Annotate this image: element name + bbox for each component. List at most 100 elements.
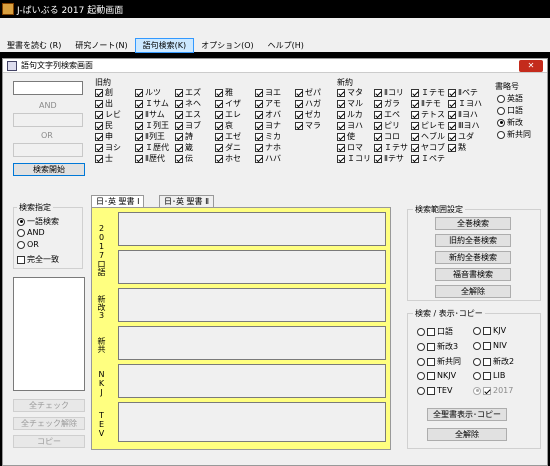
ot-checkbox-38[interactable] [295, 121, 303, 130]
display-option-7[interactable]: LIB [473, 371, 505, 380]
ot-checkbox-9[interactable] [135, 110, 143, 119]
nt-book-12[interactable]: Ｉテサ [374, 142, 408, 153]
display-option-0[interactable]: 口語 [417, 326, 453, 337]
ot-checkbox-33[interactable] [255, 143, 263, 152]
display-radio-6[interactable] [417, 371, 425, 380]
ot-checkbox-37[interactable] [295, 110, 303, 119]
ot-book-33[interactable]: ナホ [255, 142, 281, 153]
ot-book-7[interactable]: ルツ [135, 87, 161, 98]
nt-book-2[interactable]: ルカ [337, 109, 363, 120]
nt-checkbox-26[interactable] [448, 143, 456, 152]
search-term-input-1[interactable] [13, 81, 83, 95]
version-text-box-0[interactable] [118, 212, 386, 246]
ot-book-5[interactable]: ヨシ [95, 142, 121, 153]
ot-book-8[interactable]: Ｉサム [135, 98, 169, 109]
display-radio-0[interactable] [417, 327, 425, 336]
range-button-3[interactable]: 福音書検索 [435, 268, 511, 281]
ot-book-32[interactable]: ミカ [255, 131, 281, 142]
close-button[interactable]: ✕ [519, 60, 543, 72]
ot-checkbox-21[interactable] [215, 88, 223, 97]
exact-match-option[interactable]: 完全一致 [17, 254, 59, 265]
ot-checkbox-0[interactable] [95, 88, 103, 97]
range-button-0[interactable]: 全巻検索 [435, 217, 511, 230]
ot-book-0[interactable]: 創 [95, 87, 113, 98]
ot-checkbox-1[interactable] [95, 99, 103, 108]
ot-checkbox-34[interactable] [255, 154, 263, 163]
ot-checkbox-16[interactable] [175, 110, 183, 119]
nt-book-26[interactable]: 黙 [448, 142, 466, 153]
ot-checkbox-14[interactable] [175, 88, 183, 97]
ot-book-21[interactable]: 雅 [215, 87, 233, 98]
ot-checkbox-27[interactable] [215, 154, 223, 163]
search-spec-radio-2[interactable] [17, 240, 25, 249]
edition-radio-1[interactable] [497, 106, 505, 115]
range-button-1[interactable]: 旧約全巻検索 [435, 234, 511, 247]
display-radio-8[interactable] [417, 386, 425, 395]
ot-checkbox-22[interactable] [215, 99, 223, 108]
nt-checkbox-13[interactable] [374, 154, 382, 163]
ot-book-14[interactable]: エズ [175, 87, 201, 98]
display-checkbox-2[interactable] [427, 342, 435, 351]
ot-book-35[interactable]: ゼパ [295, 87, 321, 98]
edition-radio-0[interactable] [497, 94, 505, 103]
search-spec-option-1[interactable]: AND [17, 228, 45, 237]
ot-book-12[interactable]: Ｉ歴代 [135, 142, 169, 153]
nt-checkbox-7[interactable] [374, 88, 382, 97]
nt-book-21[interactable]: Ⅱペテ [448, 87, 478, 98]
nt-book-1[interactable]: マル [337, 98, 363, 109]
ot-checkbox-15[interactable] [175, 99, 183, 108]
nt-book-20[interactable]: Ｉペテ [411, 153, 445, 164]
show-all-bibles-button[interactable]: 全聖書表示･コピー [427, 408, 507, 421]
nt-book-0[interactable]: マタ [337, 87, 363, 98]
nt-checkbox-23[interactable] [448, 110, 456, 119]
exact-match-checkbox[interactable] [17, 255, 25, 264]
nt-checkbox-14[interactable] [411, 88, 419, 97]
nt-book-4[interactable]: 使 [337, 131, 355, 142]
display-checkbox-3[interactable] [483, 341, 491, 350]
display-clear-button[interactable]: 全解除 [427, 428, 507, 441]
ot-book-31[interactable]: ヨナ [255, 120, 281, 131]
ot-checkbox-28[interactable] [255, 88, 263, 97]
nt-book-24[interactable]: Ⅲヨハ [448, 120, 480, 131]
nt-book-3[interactable]: ヨハ [337, 120, 363, 131]
display-checkbox-7[interactable] [483, 371, 491, 380]
version-text-box-2[interactable] [118, 326, 386, 360]
edition-option-0[interactable]: 英語 [497, 93, 523, 104]
ot-book-1[interactable]: 出 [95, 98, 113, 109]
nt-checkbox-19[interactable] [411, 143, 419, 152]
start-search-button[interactable]: 検索開始 [13, 163, 85, 176]
ot-checkbox-12[interactable] [135, 143, 143, 152]
nt-checkbox-2[interactable] [337, 110, 345, 119]
nt-book-5[interactable]: ロマ [337, 142, 363, 153]
menu-item-0[interactable]: 聖書を読む (R) [0, 39, 68, 52]
ot-book-29[interactable]: アモ [255, 98, 281, 109]
ot-checkbox-29[interactable] [255, 99, 263, 108]
ot-checkbox-30[interactable] [255, 110, 263, 119]
nt-book-8[interactable]: ガラ [374, 98, 400, 109]
ot-book-16[interactable]: エス [175, 109, 201, 120]
nt-book-19[interactable]: ヤコブ [411, 142, 445, 153]
nt-checkbox-1[interactable] [337, 99, 345, 108]
display-radio-1[interactable] [473, 326, 481, 335]
nt-checkbox-9[interactable] [374, 110, 382, 119]
display-option-9[interactable]: 2017 [473, 386, 513, 395]
ot-book-30[interactable]: オバ [255, 109, 281, 120]
ot-book-4[interactable]: 申 [95, 131, 113, 142]
nt-checkbox-3[interactable] [337, 121, 345, 130]
display-radio-3[interactable] [473, 341, 481, 350]
edition-option-3[interactable]: 新共同 [497, 129, 531, 140]
search-spec-option-0[interactable]: 一語検索 [17, 216, 59, 227]
ot-book-24[interactable]: 哀 [215, 120, 233, 131]
ot-book-13[interactable]: Ⅱ歴代 [135, 153, 165, 164]
ot-book-15[interactable]: ネヘ [175, 98, 201, 109]
edition-option-1[interactable]: 口語 [497, 105, 523, 116]
nt-book-15[interactable]: Ⅱテモ [411, 98, 441, 109]
nt-checkbox-18[interactable] [411, 132, 419, 141]
range-button-4[interactable]: 全解除 [435, 285, 511, 298]
search-term-input-2[interactable] [13, 113, 83, 127]
display-option-2[interactable]: 新改3 [417, 341, 458, 352]
nt-book-14[interactable]: Ｉテモ [411, 87, 445, 98]
check-all-button[interactable]: 全チェック [13, 399, 85, 412]
nt-book-23[interactable]: Ⅱヨハ [448, 109, 478, 120]
ot-book-38[interactable]: マラ [295, 120, 321, 131]
